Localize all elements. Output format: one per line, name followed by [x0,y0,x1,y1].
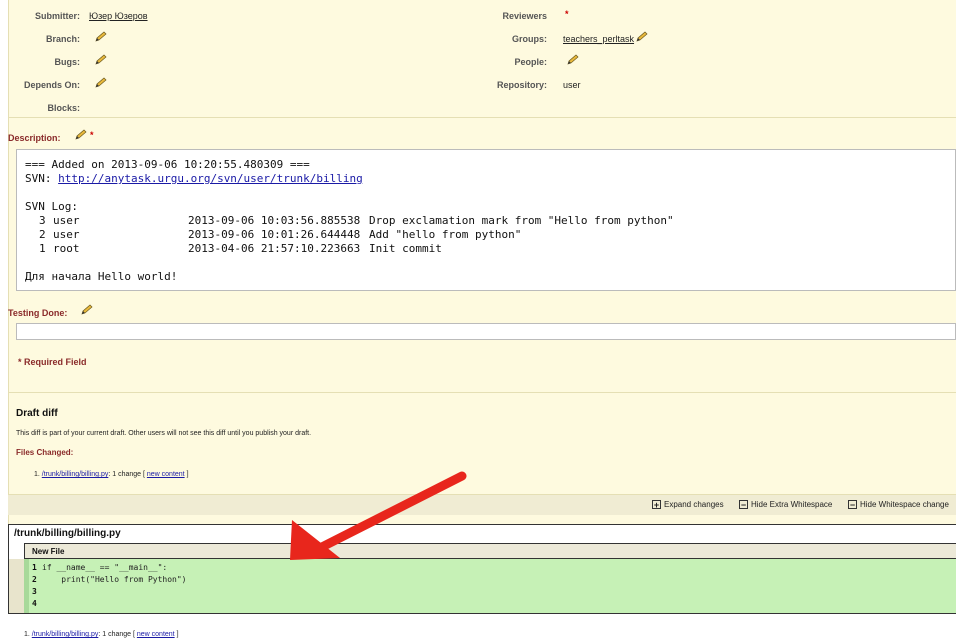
bugs-edit-pencil-icon[interactable] [94,54,108,66]
diff-code-line: 1 if __name__ == "__main__": [32,563,956,573]
groups-link[interactable]: teachers_perltask [563,34,634,44]
description-box[interactable]: === Added on 2013-09-06 10:20:55.480309 … [16,149,956,291]
svn-log-date: 2013-09-06 10:03:56.885538 [188,214,361,227]
files-changed-label: Files Changed: [16,448,74,457]
svn-log-user: user [53,214,80,227]
file-link[interactable]: /trunk/billing/billing.py [42,471,109,478]
diff-status: New File [32,547,65,556]
repository-label: Repository: [496,80,547,90]
diff-line-number: 3 [32,587,37,596]
draft-diff-title: Draft diff [16,408,58,419]
diff-line-number: 4 [32,599,37,608]
files-changed-item: 1. /trunk/billing/billing.py: 1 change [… [34,471,189,478]
diff-gutter [9,559,24,613]
hide-whitespace-label: Hide Whitespace change [860,500,949,509]
new-content-link[interactable]: new content [147,471,185,478]
svn-log-title: SVN Log: [25,200,78,213]
required-field-note: * Required Field [18,357,87,367]
hide-extra-whitespace-label: Hide Extra Whitespace [751,500,833,509]
expand-changes-button[interactable]: + Expand changes [652,500,724,511]
description-footer: Для начала Hello world! [25,270,178,283]
svn-log-msg: Drop exclamation mark from "Hello from p… [369,214,674,227]
diff-line-code: print("Hello from Python") [42,575,187,584]
people-label: People: [514,57,547,67]
section-divider [8,392,956,393]
branch-label: Branch: [45,34,80,44]
draft-diff-note: This diff is part of your current draft.… [16,430,312,437]
description-added-line: === Added on 2013-09-06 10:20:55.480309 … [25,158,310,171]
svn-log-date: 2013-09-06 10:01:26.644448 [188,228,361,241]
blocks-label: Blocks: [47,103,80,113]
hide-extra-whitespace-button[interactable]: − Hide Extra Whitespace [739,500,833,511]
depends-on-label: Depends On: [23,80,80,90]
minus-icon: − [739,500,748,511]
repository-value: user [563,80,581,90]
file-change-close: ] [184,471,189,478]
bottom-file-change: : 1 change [ [98,631,137,638]
svn-log-num: 2 [39,228,46,241]
groups-label: Groups: [512,34,547,44]
submitter-link[interactable]: Юзер Юзеров [89,11,148,21]
bottom-file-close: ] [174,631,179,638]
svn-log-user: root [53,242,80,255]
bugs-label: Bugs: [54,57,81,67]
svn-log-num: 1 [39,242,46,255]
bottom-new-content-link[interactable]: new content [137,631,175,638]
bottom-file-item: 1. /trunk/billing/billing.py: 1 change [… [24,631,179,638]
plus-icon: + [652,500,661,511]
testing-done-field[interactable] [16,323,956,340]
diff-filename: /trunk/billing/billing.py [14,528,121,539]
description-edit-pencil-icon[interactable] [74,129,88,141]
testing-done-label: Testing Done: [8,308,68,318]
svn-link[interactable]: http://anytask.urgu.org/svn/user/trunk/b… [58,172,363,185]
annotation-arrow-icon [290,471,467,560]
diff-line-number: 1 [32,563,37,572]
svn-log-user: user [53,228,80,241]
svn-log-date: 2013-04-06 21:57:10.223663 [188,242,361,255]
svn-log-num: 3 [39,214,46,227]
diff-line-code: if __name__ == "__main__": [42,563,168,572]
file-change-text: : 1 change [ [108,471,147,478]
diff-line-bar [24,559,29,613]
minus-icon: − [848,500,857,511]
reviewers-required-star: * [565,9,569,19]
svn-prefix: SVN: [25,172,59,185]
bottom-file-link[interactable]: /trunk/billing/billing.py [32,631,99,638]
testing-edit-pencil-icon[interactable] [80,304,94,316]
description-required-star: * [90,130,94,140]
branch-edit-pencil-icon[interactable] [94,31,108,43]
description-svn-line: SVN: http://anytask.urgu.org/svn/user/tr… [25,172,363,185]
reviewers-label: Reviewers [502,11,547,21]
diff-header-row [24,543,956,559]
expand-changes-label: Expand changes [664,500,724,509]
diff-code-line: 2 print("Hello from Python") [32,575,956,585]
hide-whitespace-button[interactable]: − Hide Whitespace change [848,500,949,511]
groups-edit-pencil-icon[interactable] [635,31,649,43]
diff-line-number: 2 [32,575,37,584]
description-label: Description: [8,133,61,143]
diff-code-line: 3 [32,587,956,597]
svn-log-msg: Add "hello from python" [369,228,522,241]
file-index: 1. [34,471,40,478]
people-edit-pencil-icon[interactable] [566,54,580,66]
depends-edit-pencil-icon[interactable] [94,77,108,89]
bottom-file-index: 1. [24,631,30,638]
svn-log-msg: Init commit [369,242,442,255]
diff-code-line: 4 [32,599,956,609]
submitter-label: Submitter: [35,11,80,21]
